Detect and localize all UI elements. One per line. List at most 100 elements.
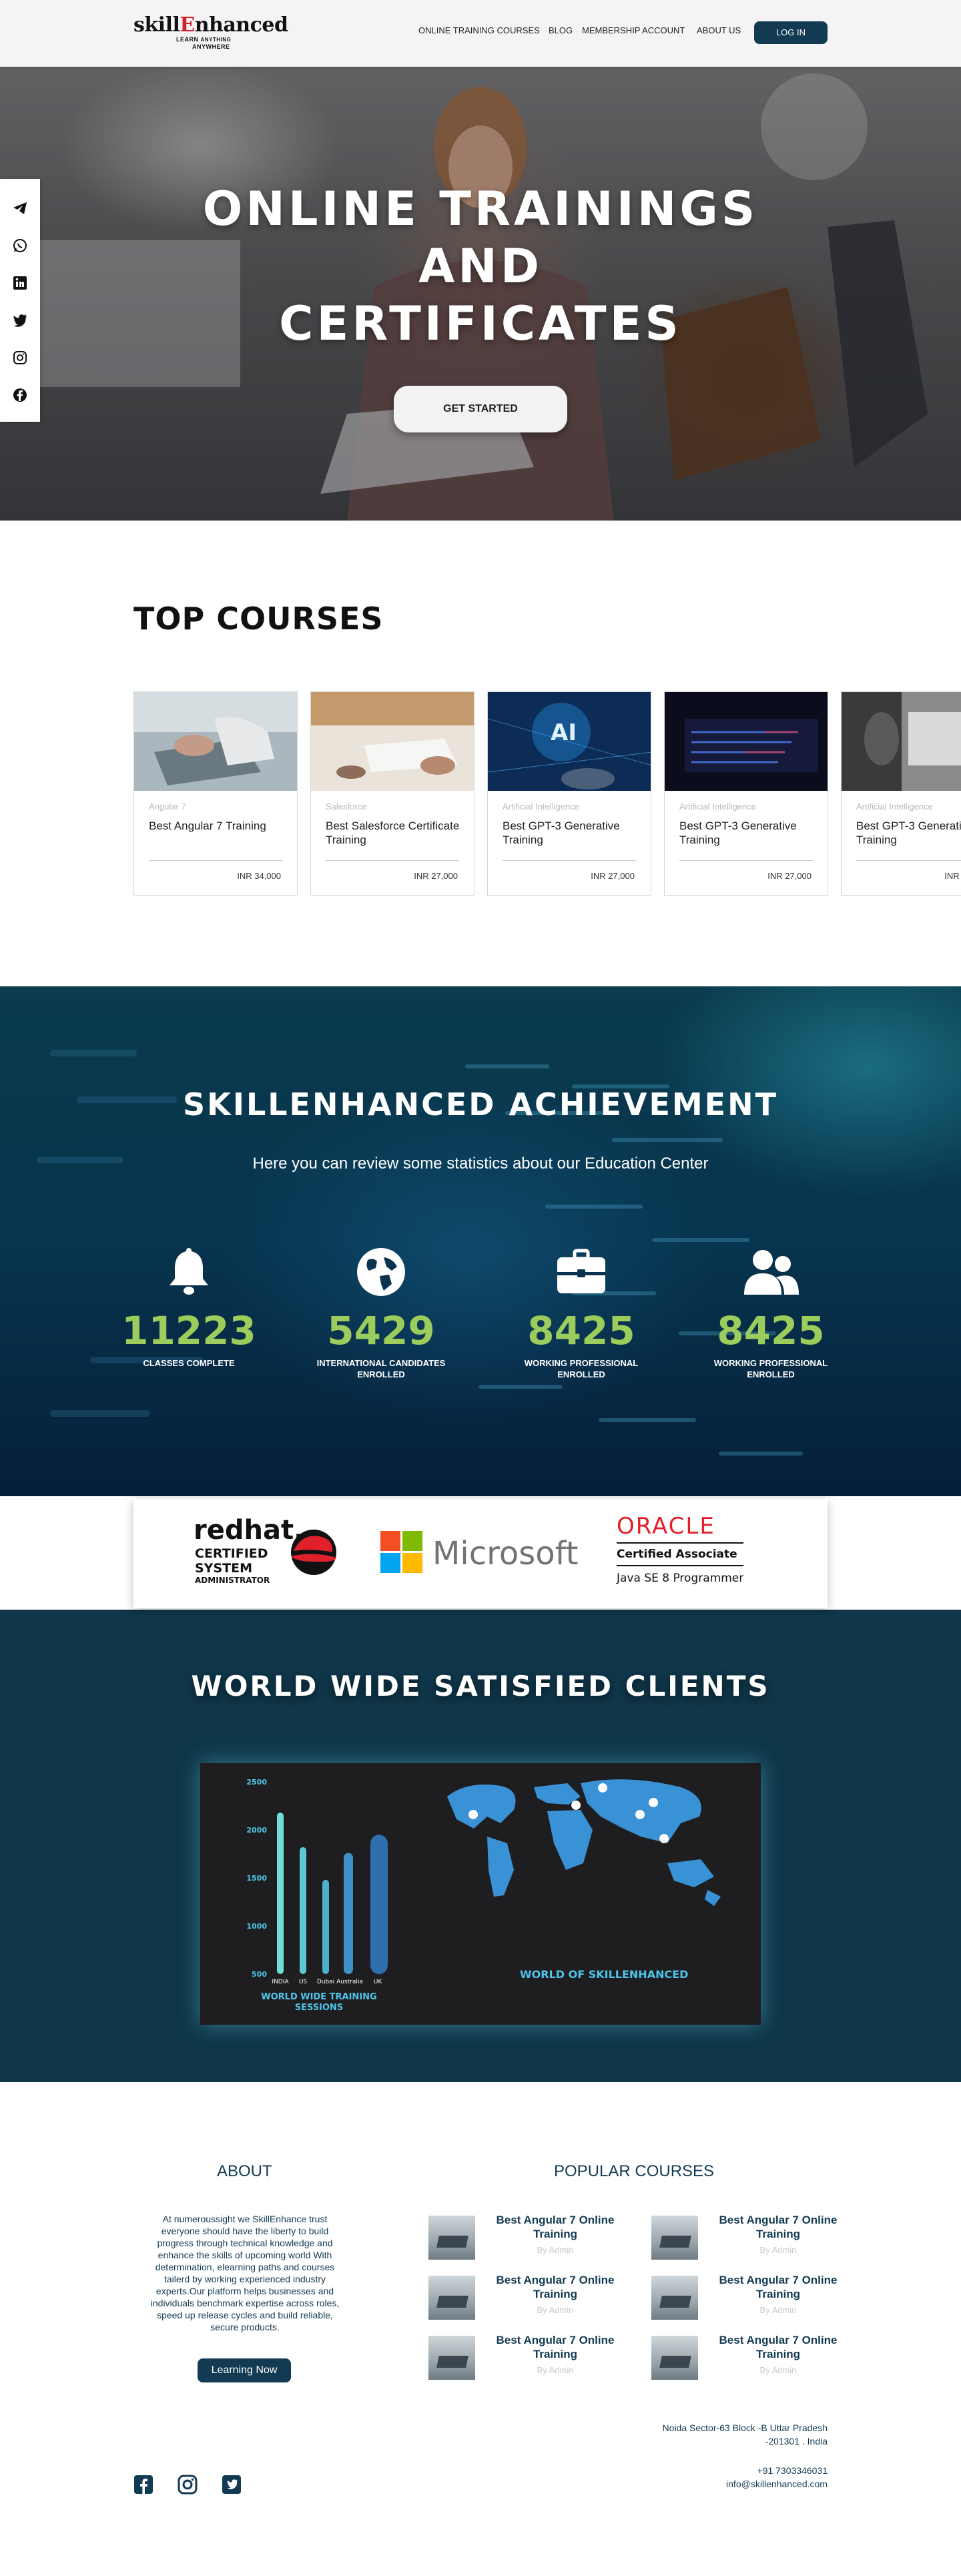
email-link[interactable]: info@skillenhanced.com [726, 2477, 828, 2491]
redhat-logo: redhat. CERTIFIED SYSTEM ADMINISTRATOR [194, 1515, 336, 1585]
facebook-icon[interactable] [133, 2475, 153, 2495]
course-name[interactable]: Best Angular 7 Training [149, 819, 289, 833]
nav-blog[interactable]: BLOG [549, 25, 573, 35]
popular-course-author: By Admin [759, 2245, 797, 2255]
logo-part: E [180, 13, 195, 37]
course-card[interactable]: AI Artificial Intelligence Best GPT-3 Ge… [487, 691, 651, 896]
get-started-button[interactable]: GET STARTED [394, 386, 567, 432]
chart-bar [300, 1847, 306, 1974]
course-price: INR 27,000 [767, 871, 812, 881]
hero-banner: ONLINE TRAININGS AND CERTIFICATES GET ST… [0, 67, 961, 521]
popular-courses-title: POPULAR COURSES [554, 2162, 715, 2180]
stat-label: CLASSES COMPLETE [143, 1358, 235, 1368]
hero-title-line: AND [418, 239, 543, 294]
logo-part: nhanced [194, 13, 288, 37]
popular-course-item[interactable]: Best Angular 7 Online Training By Admin [428, 2273, 629, 2324]
course-name[interactable]: Best GPT-3 Generative Training [679, 819, 820, 847]
course-card[interactable]: Artificial Intelligence Best GPT-3 Gener… [841, 691, 961, 896]
hero-title-line: ONLINE TRAININGS [202, 182, 759, 236]
sessions-bar-chart: WORLD OF SKILLENHANCED 2500 2000 1500 1000 5… [246, 1778, 721, 2013]
redhat-line: CERTIFIED [195, 1546, 268, 1561]
x-tick-label: Australia [336, 1979, 363, 1985]
course-category: Artificial Intelligence [856, 801, 933, 812]
phone-link[interactable]: +91 7303346031 [726, 2464, 828, 2477]
hero-title-line: CERTIFICATES [279, 296, 682, 351]
course-image [134, 692, 297, 791]
users-icon [744, 1250, 799, 1295]
popular-course-author: By Admin [537, 2245, 574, 2255]
facebook-icon[interactable] [12, 387, 28, 403]
nav-membership-account[interactable]: MEMBERSHIP ACCOUNT [582, 25, 685, 35]
x-tick-label: US [299, 1979, 308, 1985]
course-category: Angular 7 [149, 801, 186, 812]
popular-course-name[interactable]: Best Angular 7 Online Training [489, 2213, 622, 2241]
course-card[interactable]: Artificial Intelligence Best GPT-3 Gener… [664, 691, 828, 896]
oracle-wordmark: ORACLE [617, 1513, 715, 1540]
popular-course-item[interactable]: Best Angular 7 Online Training By Admin [651, 2333, 852, 2384]
popular-course-item[interactable]: Best Angular 7 Online Training By Admin [651, 2273, 852, 2324]
tagline-part: ANYWHERE [192, 43, 230, 50]
learning-now-button[interactable]: Learning Now [198, 2358, 291, 2382]
oracle-logo: ORACLE Certified Associate Java SE 8 Pro… [616, 1513, 743, 1585]
bars-layer: 2500 2000 1500 1000 500 INDIA US Dubai Australia… [246, 1778, 388, 2013]
course-image: AI [488, 692, 651, 791]
microsoft-logo: Microsoft [380, 1531, 578, 1573]
y-tick-label: 2000 [246, 1826, 267, 1835]
telegram-icon[interactable] [12, 200, 28, 216]
linkedin-icon[interactable] [12, 275, 28, 291]
popular-course-item[interactable]: Best Angular 7 Online Training By Admin [651, 2213, 852, 2264]
nav-about-us[interactable]: ABOUT US [697, 25, 741, 35]
course-name[interactable]: Best GPT-3 Generative Training [503, 819, 643, 847]
course-card[interactable]: Angular 7 Best Angular 7 Training INR 34… [133, 691, 298, 896]
popular-course-item[interactable]: Best Angular 7 Online Training By Admin [428, 2213, 629, 2264]
svg-text:AI: AI [551, 719, 577, 746]
popular-course-author: By Admin [537, 2305, 574, 2315]
achievement-section: SKILLENHANCED ACHIEVEMENT Here you can r… [0, 986, 961, 1496]
footer-address: Noida Sector-63 Block -B Uttar Pradesh -… [663, 2421, 828, 2448]
twitter-icon[interactable] [222, 2475, 242, 2495]
logo-wordmark: skillEnhanced [133, 13, 288, 37]
popular-course-author: By Admin [759, 2305, 797, 2315]
divider [326, 860, 459, 861]
popular-course-name[interactable]: Best Angular 7 Online Training [711, 2213, 845, 2241]
course-card[interactable]: Salesforce Best Salesforce Certificate T… [310, 691, 474, 896]
popular-course-name[interactable]: Best Angular 7 Online Training [711, 2273, 845, 2301]
redhat-line: SYSTEM [195, 1561, 252, 1576]
y-tick-label: 500 [252, 1970, 267, 1979]
site-logo[interactable]: skillEnhanced LEARN ANYTHING ANYWHERE [133, 13, 288, 53]
stat-label: WORKING PROFESSIONAL ENROLLED [713, 1358, 828, 1379]
chart-bar [322, 1879, 329, 1974]
popular-course-thumbnail [651, 2276, 698, 2320]
top-courses-title: TOP COURSES [133, 601, 384, 637]
instagram-icon[interactable] [12, 350, 28, 366]
chart-bar [370, 1835, 388, 1974]
clients-title: WORLD WIDE SATISFIED CLIENTS [191, 1670, 770, 1702]
popular-course-thumbnail [651, 2216, 698, 2260]
stat-label: WORKING PROFESSIONAL ENROLLED [524, 1358, 639, 1379]
popular-course-name[interactable]: Best Angular 7 Online Training [489, 2333, 622, 2361]
popular-course-name[interactable]: Best Angular 7 Online Training [711, 2333, 845, 2361]
instagram-icon[interactable] [178, 2475, 198, 2495]
popular-course-name[interactable]: Best Angular 7 Online Training [489, 2273, 622, 2301]
social-sidebar [0, 179, 40, 422]
redhat-line: ADMINISTRATOR [195, 1576, 270, 1585]
divider [503, 860, 636, 861]
login-button[interactable]: LOG IN [754, 21, 828, 44]
about-text: At numeroussight we SkillEnhance trust e… [150, 2214, 340, 2332]
clients-infographic: WORLD OF SKILLENHANCED 2500 2000 1500 1000 5… [200, 1763, 761, 2025]
nav-online-training-courses[interactable]: ONLINE TRAINING COURSES [418, 25, 540, 35]
logo-part: skill [133, 13, 180, 37]
course-name[interactable]: Best Salesforce Certificate Training [326, 819, 466, 847]
popular-course-item[interactable]: Best Angular 7 Online Training By Admin [428, 2333, 629, 2384]
bell-icon [170, 1248, 208, 1295]
divider [149, 860, 282, 861]
course-image [665, 692, 828, 791]
y-tick-label: 2500 [246, 1778, 267, 1787]
course-category: Artificial Intelligence [503, 801, 579, 812]
twitter-icon[interactable] [12, 312, 28, 328]
whatsapp-icon[interactable] [12, 238, 28, 254]
chart-title: WORLD WIDE TRAINING [261, 1992, 376, 2002]
oracle-line: Certified Associate [617, 1548, 737, 1561]
course-name[interactable]: Best GPT-3 Generative Training [856, 819, 961, 847]
course-price: INR 34,000 [237, 871, 281, 881]
